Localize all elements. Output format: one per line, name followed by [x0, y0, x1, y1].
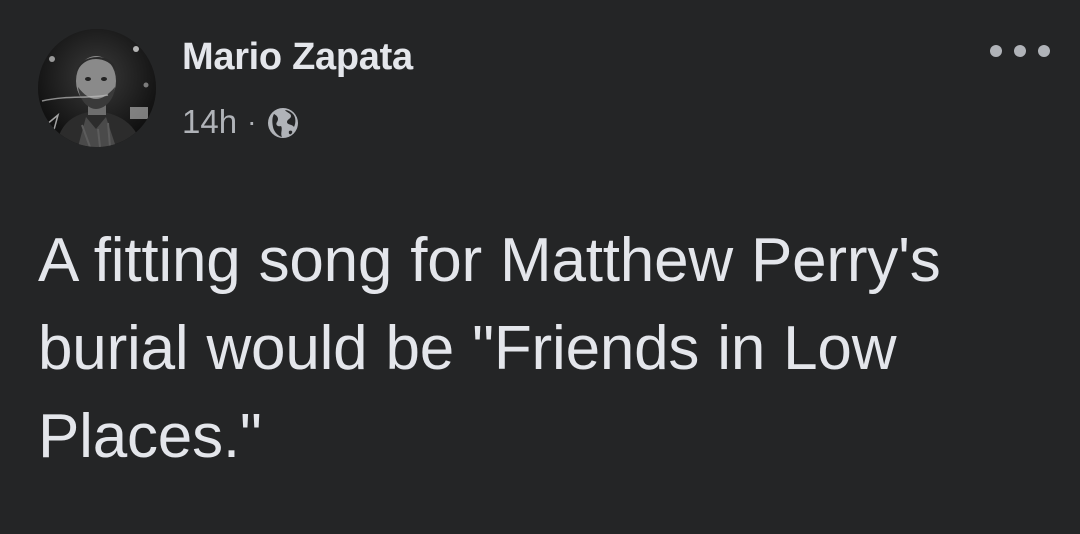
- timestamp[interactable]: 14h: [182, 103, 237, 141]
- more-options-button[interactable]: [990, 36, 1050, 66]
- post-meta: 14h ·: [182, 101, 301, 143]
- avatar[interactable]: [38, 29, 156, 147]
- more-options-icon-dot: [990, 45, 1002, 57]
- more-options-icon-dot: [1014, 45, 1026, 57]
- more-options-icon-dot: [1038, 45, 1050, 57]
- meta-separator: ·: [247, 106, 257, 137]
- post-text: A fitting song for Matthew Perry's buria…: [38, 226, 941, 471]
- post-card: Mario Zapata 14h · A fitting song for Ma…: [0, 0, 1080, 534]
- author-name[interactable]: Mario Zapata: [182, 36, 413, 79]
- globe-icon[interactable]: [265, 105, 301, 141]
